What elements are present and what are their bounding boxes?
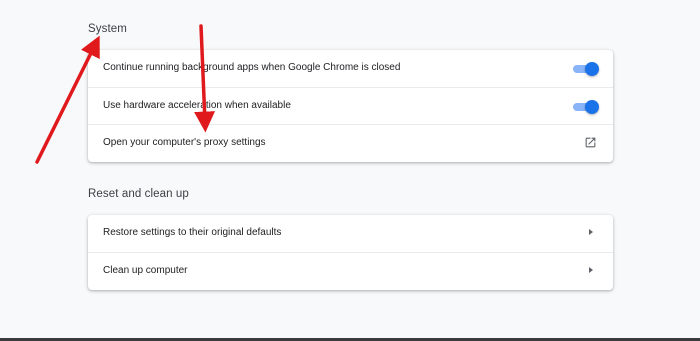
clean-up-computer-row[interactable]: Clean up computer — [88, 252, 613, 289]
annotation-arrow-up — [35, 35, 100, 164]
proxy-settings-row[interactable]: Open your computer's proxy settings — [88, 124, 613, 161]
open-in-new-icon[interactable] — [584, 136, 597, 149]
background-apps-label: Continue running background apps when Go… — [103, 62, 401, 73]
toggle-knob — [585, 62, 599, 76]
arrow-right-icon — [589, 229, 593, 235]
system-settings-card: Continue running background apps when Go… — [88, 50, 613, 162]
hardware-acceleration-row[interactable]: Use hardware acceleration when available — [88, 87, 613, 124]
clean-up-computer-label: Clean up computer — [103, 265, 188, 276]
restore-defaults-row[interactable]: Restore settings to their original defau… — [88, 215, 613, 252]
arrow-right-icon — [589, 267, 593, 273]
hardware-acceleration-toggle[interactable] — [573, 100, 599, 114]
background-apps-toggle[interactable] — [573, 62, 599, 76]
system-section-title: System — [88, 23, 127, 35]
toggle-knob — [585, 100, 599, 114]
restore-defaults-label: Restore settings to their original defau… — [103, 227, 282, 238]
hardware-acceleration-label: Use hardware acceleration when available — [103, 100, 291, 111]
settings-page: System Continue running background apps … — [0, 0, 700, 341]
reset-settings-card: Restore settings to their original defau… — [88, 215, 613, 290]
proxy-settings-label: Open your computer's proxy settings — [103, 137, 266, 148]
reset-section-title: Reset and clean up — [88, 188, 189, 200]
background-apps-row[interactable]: Continue running background apps when Go… — [88, 50, 613, 87]
